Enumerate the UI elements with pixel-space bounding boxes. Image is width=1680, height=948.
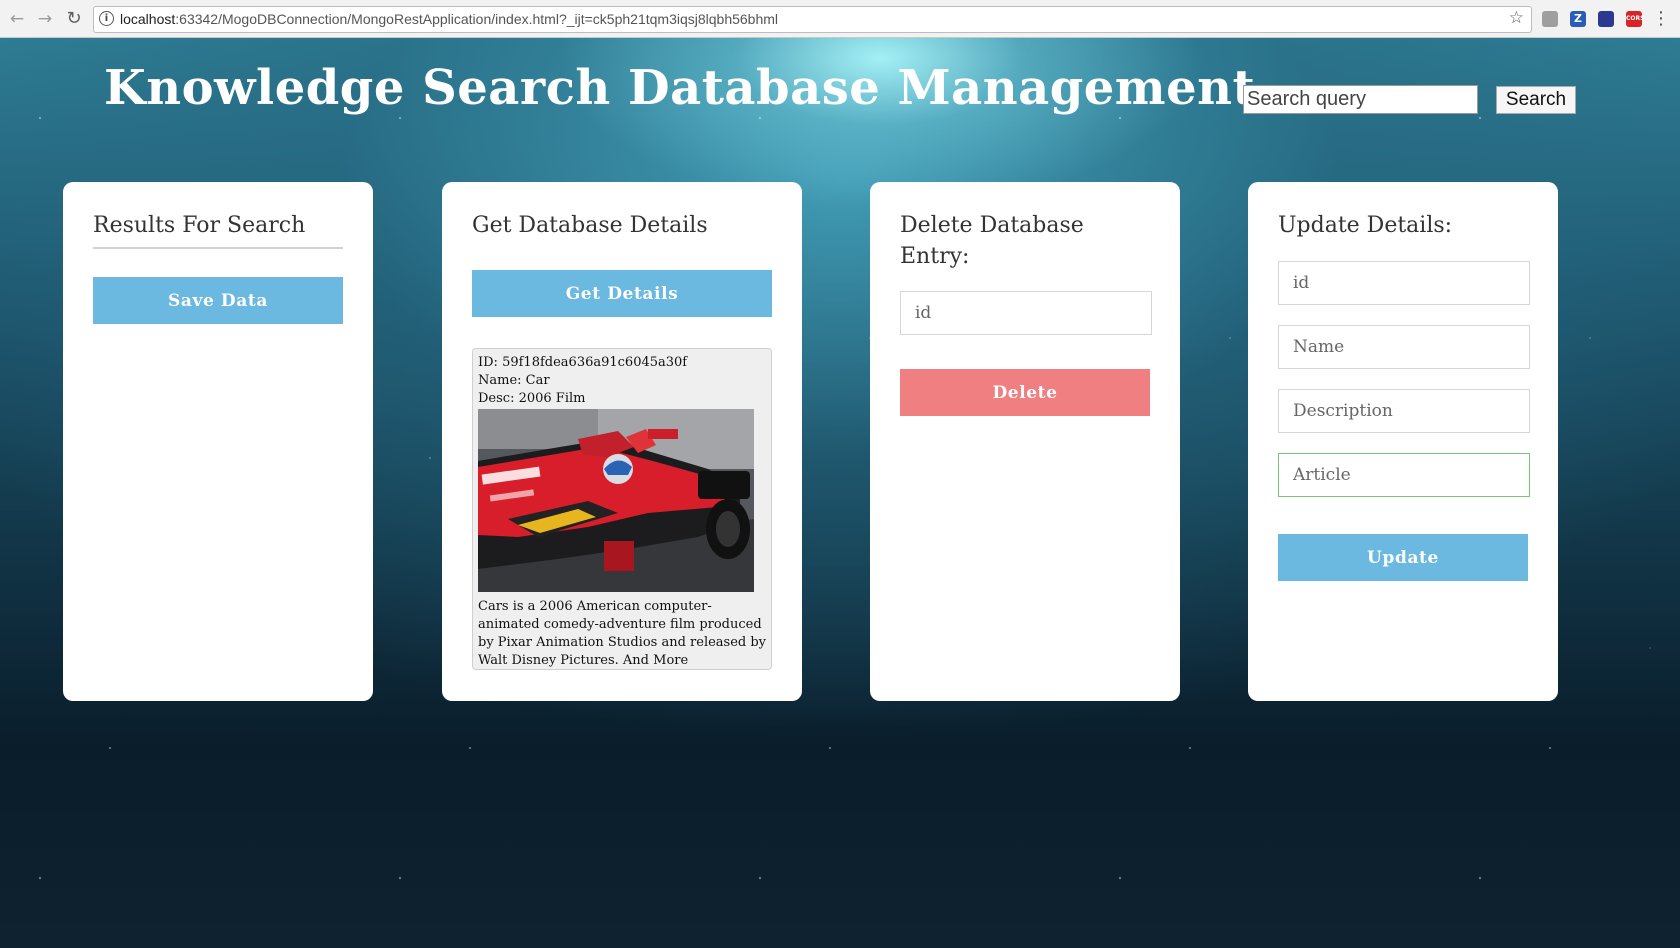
delete-id-field[interactable] — [900, 291, 1152, 335]
get-details-button[interactable]: Get Details — [472, 270, 772, 317]
delete-card-title: Delete Database Entry: — [900, 213, 1084, 269]
delete-card: Delete Database Entry: Delete — [870, 182, 1180, 701]
update-article-field[interactable] — [1278, 453, 1530, 497]
save-data-button[interactable]: Save Data — [93, 277, 343, 324]
zotero-icon[interactable]: Z — [1570, 11, 1586, 27]
update-id-field[interactable] — [1278, 261, 1530, 305]
url-host: localhost — [120, 11, 176, 27]
cors-extension-icon[interactable]: CORS — [1626, 11, 1644, 27]
delete-button[interactable]: Delete — [900, 369, 1150, 416]
extension-icon[interactable] — [1542, 11, 1558, 27]
update-card: Update Details: Update — [1248, 182, 1558, 701]
browser-toolbar: ← → ↻ i localhost:63342/MogoDBConnection… — [0, 0, 1680, 38]
update-name-field[interactable] — [1278, 325, 1530, 369]
flag-extension-icon[interactable] — [1598, 11, 1614, 27]
get-details-card-title: Get Database Details — [472, 213, 708, 238]
result-image — [478, 409, 754, 592]
bookmark-star-icon[interactable]: ☆ — [1509, 8, 1524, 28]
update-card-title: Update Details: — [1278, 213, 1453, 238]
details-result: ID: 59f18fdea636a91c6045a30f Name: Car D… — [472, 348, 772, 670]
result-article: Cars is a 2006 American computer-animate… — [478, 599, 767, 668]
search-button[interactable]: Search — [1496, 86, 1576, 114]
url-path: :63342/MogoDBConnection/MongoRestApplica… — [175, 11, 779, 27]
race-car-image — [478, 409, 754, 592]
get-details-card: Get Database Details Get Details ID: 59f… — [442, 182, 802, 701]
update-description-field[interactable] — [1278, 389, 1530, 433]
back-arrow-icon[interactable]: ← — [6, 8, 28, 30]
results-card-title: Results For Search — [93, 210, 343, 249]
reload-icon[interactable]: ↻ — [63, 8, 85, 30]
info-icon[interactable]: i — [99, 11, 114, 26]
update-button[interactable]: Update — [1278, 534, 1528, 581]
result-name: Name: Car — [478, 373, 550, 388]
address-bar[interactable]: i localhost:63342/MogoDBConnection/Mongo… — [93, 6, 1532, 33]
result-desc: Desc: 2006 Film — [478, 391, 586, 406]
results-card: Results For Search Save Data — [63, 182, 373, 701]
forward-arrow-icon[interactable]: → — [34, 8, 56, 30]
address-url[interactable]: localhost:63342/MogoDBConnection/MongoRe… — [120, 11, 778, 27]
page-content: Knowledge Search Database Management Sea… — [0, 38, 1680, 948]
search-input[interactable] — [1243, 85, 1478, 114]
result-id: ID: 59f18fdea636a91c6045a30f — [478, 355, 688, 370]
browser-menu-icon[interactable]: ⋮ — [1652, 8, 1670, 29]
page-title: Knowledge Search Database Management — [104, 60, 1256, 116]
